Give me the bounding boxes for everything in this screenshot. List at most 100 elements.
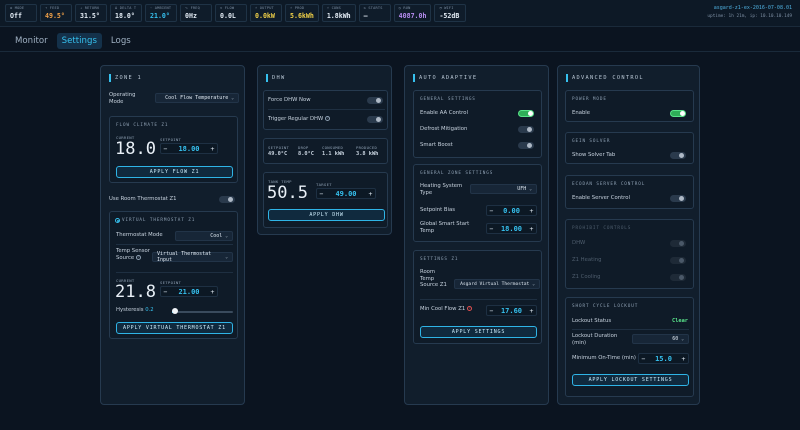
dhw-metrics-card: SETPOINT 49.0°C DROP 8.0°C CONSUMED 1.1 … <box>263 138 388 164</box>
tab-logs[interactable]: Logs <box>106 33 136 49</box>
operating-mode-select[interactable]: Cool Flow Temperature ⌄ <box>155 93 239 103</box>
increment-button[interactable]: + <box>527 207 536 215</box>
help-icon[interactable]: ? <box>136 254 142 260</box>
enable-server-toggle[interactable] <box>670 195 686 202</box>
stat-label: FEED <box>49 6 60 10</box>
min-cool-flow-value: 17.60 <box>500 306 523 315</box>
vt-setpoint-stepper[interactable]: − 21.00 + <box>160 286 218 297</box>
enable-aa-toggle[interactable] <box>518 110 534 117</box>
metric-drop-label: DROP <box>298 145 309 150</box>
increment-button[interactable]: + <box>679 355 688 363</box>
stat-label: FREQ <box>190 6 201 10</box>
help-icon[interactable]: ? <box>325 116 331 121</box>
smart-boost-toggle[interactable] <box>518 142 534 149</box>
global-smart-start-stepper[interactable]: − 18.00 + <box>486 223 537 234</box>
room-temp-source-select[interactable]: Asgard Virtual Thermostat ⌄ <box>454 279 540 289</box>
virtual-thermostat-card: VIRTUAL THERMOSTAT Z1 Thermostat Mode Co… <box>109 211 238 339</box>
flow-setpoint-stepper[interactable]: − 18.00 + <box>160 143 218 154</box>
increment-button[interactable]: + <box>527 307 536 315</box>
prohibit-cooling-toggle[interactable] <box>670 274 686 281</box>
dhw-panel: DHW Force DHW Now Trigger Regular DHW? S… <box>257 65 392 235</box>
decrement-button[interactable]: − <box>487 207 496 215</box>
stat-feed: ⇡ FEED 49.5° <box>40 4 72 22</box>
apply-dhw-button[interactable]: APPLY DHW <box>268 209 385 221</box>
setpoint-label: SETPOINT <box>160 137 182 142</box>
device-name[interactable]: asgard-z1-ex-2016-07-08.01 <box>707 5 792 11</box>
apply-lockout-button[interactable]: APPLY LOCKOUT SETTINGS <box>572 374 689 386</box>
temp-sensor-source-select[interactable]: Virtual Thermostat Input ⌄ <box>152 251 233 263</box>
ecodan-server-card: ECODAN SERVER CONTROL Enable Server Cont… <box>565 175 694 209</box>
stat-freq: ∿ FREQ 0Hz <box>180 4 212 22</box>
thermostat-mode-label: Thermostat Mode <box>116 232 163 238</box>
trigger-dhw-toggle[interactable] <box>367 116 383 123</box>
stat-value: 1.8kWh <box>326 12 351 20</box>
decrement-button[interactable]: − <box>161 288 170 296</box>
device-meta: uptime: 1h 21m, ip: 10.10.10.149 <box>707 14 792 19</box>
show-solver-toggle[interactable] <box>670 152 686 159</box>
lockout-status-label: Lockout Status <box>572 318 612 324</box>
zone1-panel: ZONE 1 Operating Mode Cool Flow Temperat… <box>100 65 245 405</box>
use-room-thermostat-toggle[interactable] <box>219 196 235 203</box>
metric-setpoint-label: SETPOINT <box>268 145 290 150</box>
prohibit-cooling-label: Z1 Cooling <box>572 274 601 280</box>
decrement-button[interactable]: − <box>487 225 496 233</box>
gein-solver-title: GEIN SOLVER <box>572 139 611 144</box>
stat-value: 5.6kWh <box>290 12 314 20</box>
panel-title-advanced: ADVANCED CONTROL <box>566 74 644 82</box>
decrement-button[interactable]: − <box>487 307 496 315</box>
stat-wifi: ◔ WIFI -52dB <box>434 4 467 22</box>
tab-settings[interactable]: Settings <box>56 33 102 49</box>
power-enable-toggle[interactable] <box>670 110 686 117</box>
increment-button[interactable]: + <box>527 225 536 233</box>
setpoint-bias-stepper[interactable]: − 0.00 + <box>486 205 537 216</box>
stat-starts: ↻ STARTS — <box>358 4 391 22</box>
stat-value: -52dB <box>439 12 460 20</box>
metric-consumed-label: CONSUMED <box>322 145 344 150</box>
prohibit-heating-label: Z1 Heating <box>572 257 602 263</box>
metric-produced-label: PRODUCED <box>356 145 378 150</box>
increment-button[interactable]: + <box>208 145 217 153</box>
min-on-time-stepper[interactable]: − 15.0 + <box>638 353 689 364</box>
defrost-toggle[interactable] <box>518 126 534 133</box>
prohibit-dhw-toggle[interactable] <box>670 240 686 247</box>
divider <box>572 329 689 330</box>
enable-aa-label: Enable AA Control <box>420 110 468 116</box>
chevron-down-icon: ⌄ <box>532 281 535 287</box>
force-dhw-toggle[interactable] <box>367 97 383 104</box>
lockout-duration-select[interactable]: 60 ⌄ <box>632 334 689 344</box>
global-smart-start-label: Global Smart Start Temp <box>420 221 470 234</box>
stats-strip: ⚙ MODE Off ⇡ FEED 49.5° ⇣ RETURN 31.5° Δ DELTA… <box>5 4 467 22</box>
decrement-button[interactable]: − <box>161 145 170 153</box>
stat-label: DELTA T <box>119 6 137 10</box>
increment-button[interactable]: + <box>366 190 375 198</box>
apply-settings-button[interactable]: APPLY SETTINGS <box>420 326 537 338</box>
defrost-label: Defrost Mitigation <box>420 126 468 132</box>
decrement-button[interactable]: − <box>317 190 326 198</box>
hysteresis-label: Hysteresis 0.2 <box>116 307 154 313</box>
hysteresis-slider-track[interactable] <box>172 311 233 313</box>
min-cool-flow-stepper[interactable]: − 17.60 + <box>486 305 537 316</box>
ecodan-server-title: ECODAN SERVER CONTROL <box>572 182 646 187</box>
hysteresis-slider-knob[interactable] <box>172 308 179 314</box>
dhw-target-stepper[interactable]: − 49.00 + <box>316 188 376 199</box>
temp-sensor-source-value: Virtual Thermostat Input <box>157 251 212 263</box>
warning-help-icon[interactable]: ? <box>467 306 473 311</box>
thermostat-mode-select[interactable]: Cool ⌄ <box>175 231 233 241</box>
prohibit-dhw-label: DHW <box>572 240 586 246</box>
prohibit-heating-toggle[interactable] <box>670 257 686 264</box>
heating-system-label: Heating System Type <box>420 183 463 196</box>
tab-monitor[interactable]: Monitor <box>10 33 53 49</box>
vt-setpoint-value: 21.00 <box>178 287 200 296</box>
chevron-down-icon: ⌄ <box>681 336 684 342</box>
smart-boost-label: Smart Boost <box>420 142 453 148</box>
min-cool-flow-label: Min Cool Flow Z1? <box>420 306 473 312</box>
apply-flow-button[interactable]: APPLY FLOW Z1 <box>116 166 233 178</box>
heating-system-select[interactable]: UFH ⌄ <box>470 184 537 194</box>
radio-icon[interactable] <box>115 218 120 223</box>
lockout-status-value: Clear <box>672 318 688 324</box>
decrement-button[interactable]: − <box>639 355 648 363</box>
metric-consumed-value: 1.1 kWh <box>322 151 345 157</box>
short-cycle-lockout-card: SHORT CYCLE LOCKOUT Lockout Status Clear… <box>565 297 694 397</box>
apply-virtual-thermostat-button[interactable]: APPLY VIRTUAL THERMOSTAT Z1 <box>116 322 233 334</box>
increment-button[interactable]: + <box>208 288 217 296</box>
